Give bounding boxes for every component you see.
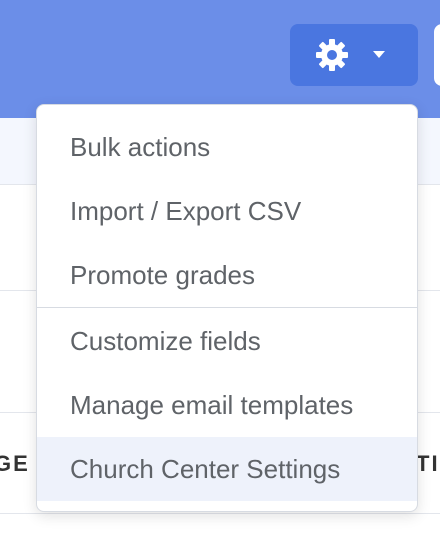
page: GE TI Bulk actions Import / Export CSV P… — [0, 0, 440, 540]
adjacent-button[interactable] — [434, 24, 440, 86]
menu-item-church-center-settings[interactable]: Church Center Settings — [37, 437, 417, 501]
settings-dropdown-menu: Bulk actions Import / Export CSV Promote… — [36, 104, 418, 512]
column-header[interactable]: GE — [0, 451, 30, 477]
column-header[interactable]: TI — [416, 451, 440, 477]
menu-item-import-export-csv[interactable]: Import / Export CSV — [37, 179, 417, 243]
menu-item-customize-fields[interactable]: Customize fields — [37, 309, 417, 373]
gear-icon — [316, 39, 348, 71]
caret-down-icon — [373, 51, 385, 58]
settings-dropdown-button[interactable] — [290, 24, 418, 86]
menu-divider — [37, 307, 417, 308]
header-band — [0, 0, 440, 118]
menu-item-bulk-actions[interactable]: Bulk actions — [37, 115, 417, 179]
menu-item-manage-email-templates[interactable]: Manage email templates — [37, 373, 417, 437]
menu-item-promote-grades[interactable]: Promote grades — [37, 243, 417, 307]
